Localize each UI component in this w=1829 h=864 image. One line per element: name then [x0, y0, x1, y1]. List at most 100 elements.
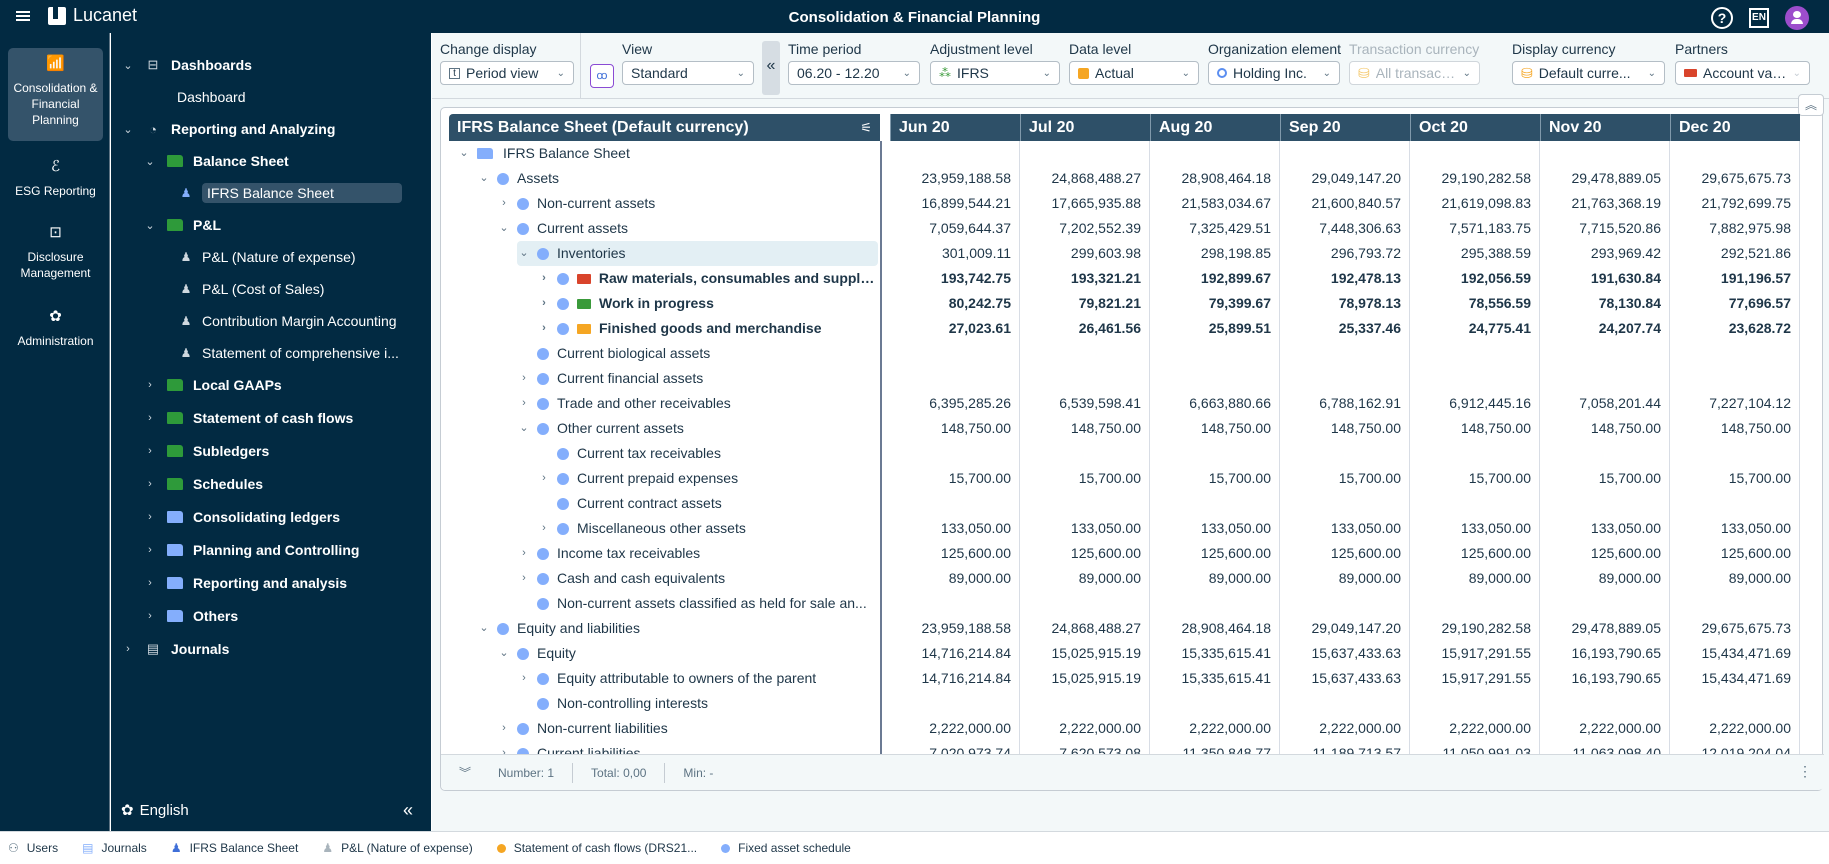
value-cell[interactable]: 2,222,000.00 — [1150, 716, 1280, 741]
value-cell[interactable] — [1280, 491, 1410, 516]
value-cell[interactable]: 14,716,214.84 — [890, 641, 1020, 666]
value-cell[interactable]: 193,321.21 — [1020, 266, 1150, 291]
value-cell[interactable]: 133,050.00 — [890, 516, 1020, 541]
value-cell[interactable]: 148,750.00 — [1280, 416, 1410, 441]
nav-item[interactable]: ♟ Contribution Margin Accounting — [166, 308, 397, 334]
value-cell[interactable]: 7,227,104.12 — [1670, 391, 1800, 416]
value-cell[interactable]: 7,058,201.44 — [1540, 391, 1670, 416]
value-cell[interactable]: 24,207.74 — [1540, 316, 1670, 341]
value-cell[interactable]: 125,600.00 — [1540, 541, 1670, 566]
time-period-select[interactable]: 06.20 - 12.20 ⌄ — [788, 61, 920, 85]
value-cell[interactable] — [890, 341, 1020, 366]
value-cell[interactable]: 7,325,429.51 — [1150, 216, 1280, 241]
nav-item[interactable]: › Local GAAPs — [143, 372, 282, 398]
chevron-down-icon[interactable]: ⌄ — [121, 59, 135, 72]
value-cell[interactable]: 29,478,889.05 — [1540, 166, 1670, 191]
row-label[interactable]: Current biological assets — [517, 341, 878, 366]
chevron-right-icon[interactable]: › — [143, 412, 157, 424]
value-cell[interactable] — [1150, 441, 1280, 466]
value-cell[interactable]: 23,628.72 — [1670, 316, 1800, 341]
value-cell[interactable]: 78,130.84 — [1540, 291, 1670, 316]
value-cell[interactable] — [1670, 441, 1800, 466]
chevron-right-icon[interactable]: › — [121, 643, 135, 655]
value-cell[interactable]: 15,700.00 — [1280, 466, 1410, 491]
row-label[interactable]: Non-current assets classified as held fo… — [517, 591, 878, 616]
value-cell[interactable] — [1670, 141, 1800, 166]
help-icon[interactable]: ? — [1711, 7, 1733, 29]
chevron-right-icon[interactable]: › — [497, 191, 511, 216]
value-cell[interactable]: 193,742.75 — [890, 266, 1020, 291]
value-cell[interactable] — [1150, 341, 1280, 366]
chevron-right-icon[interactable]: › — [537, 316, 551, 341]
user-avatar[interactable] — [1785, 6, 1809, 30]
column-header[interactable]: Dec 20 — [1670, 114, 1800, 141]
chevron-down-icon[interactable]: ⌄ — [497, 216, 511, 241]
value-cell[interactable]: 6,788,162.91 — [1280, 391, 1410, 416]
value-cell[interactable]: 301,009.11 — [890, 241, 1020, 266]
value-cell[interactable]: 2,222,000.00 — [1540, 716, 1670, 741]
value-cell[interactable]: 125,600.00 — [1280, 541, 1410, 566]
value-cell[interactable]: 24,868,488.27 — [1020, 166, 1150, 191]
value-cell[interactable] — [890, 491, 1020, 516]
row-label[interactable]: › Work in progress — [537, 291, 878, 316]
value-cell[interactable]: 89,000.00 — [1150, 566, 1280, 591]
language-icon[interactable]: EN — [1749, 8, 1769, 28]
value-cell[interactable]: 191,630.84 — [1540, 266, 1670, 291]
value-cell[interactable]: 6,912,445.16 — [1410, 391, 1540, 416]
row-label[interactable]: › Miscellaneous other assets — [537, 516, 878, 541]
chevron-down-icon[interactable]: ⌄ — [457, 141, 471, 166]
value-cell[interactable] — [1410, 341, 1540, 366]
chevron-right-icon[interactable]: › — [517, 391, 531, 416]
value-cell[interactable] — [1020, 441, 1150, 466]
value-cell[interactable] — [1150, 141, 1280, 166]
value-cell[interactable]: 298,198.85 — [1150, 241, 1280, 266]
value-cell[interactable] — [1020, 591, 1150, 616]
value-cell[interactable]: 148,750.00 — [1150, 416, 1280, 441]
value-cell[interactable]: 23,959,188.58 — [890, 166, 1020, 191]
rail-item-consolidation[interactable]: 📶 Consolidation & Financial Planning — [8, 48, 103, 141]
value-cell[interactable] — [1410, 141, 1540, 166]
value-cell[interactable] — [1280, 441, 1410, 466]
value-cell[interactable]: 292,521.86 — [1670, 241, 1800, 266]
chevron-right-icon[interactable]: › — [143, 610, 157, 622]
value-cell[interactable]: 16,193,790.65 — [1540, 641, 1670, 666]
value-cell[interactable] — [1540, 591, 1670, 616]
value-cell[interactable]: 28,908,464.18 — [1150, 616, 1280, 641]
value-cell[interactable] — [890, 141, 1020, 166]
chevron-right-icon[interactable]: › — [143, 511, 157, 523]
value-cell[interactable] — [1670, 366, 1800, 391]
value-cell[interactable]: 17,665,935.88 — [1020, 191, 1150, 216]
value-cell[interactable] — [1670, 691, 1800, 716]
value-cell[interactable]: 78,978.13 — [1280, 291, 1410, 316]
value-cell[interactable]: 29,478,889.05 — [1540, 616, 1670, 641]
value-cell[interactable]: 15,700.00 — [1670, 466, 1800, 491]
value-cell[interactable]: 15,434,471.69 — [1670, 666, 1800, 691]
value-cell[interactable]: 2,222,000.00 — [1020, 716, 1150, 741]
value-cell[interactable] — [1150, 591, 1280, 616]
nav-item[interactable]: Dashboard — [143, 84, 246, 110]
column-header[interactable]: Sep 20 — [1280, 114, 1410, 141]
value-cell[interactable]: 15,434,471.69 — [1670, 641, 1800, 666]
value-cell[interactable]: 7,202,552.39 — [1020, 216, 1150, 241]
row-label[interactable]: Current contract assets — [537, 491, 878, 516]
value-cell[interactable]: 125,600.00 — [1150, 541, 1280, 566]
value-cell[interactable] — [1020, 691, 1150, 716]
row-label[interactable]: Current tax receivables — [537, 441, 878, 466]
open-tab-item[interactable]: ♟ IFRS Balance Sheet — [171, 841, 299, 855]
value-cell[interactable] — [1410, 441, 1540, 466]
row-label[interactable]: › Cash and cash equivalents — [517, 566, 878, 591]
value-cell[interactable]: 7,882,975.98 — [1670, 216, 1800, 241]
value-cell[interactable]: 192,056.59 — [1410, 266, 1540, 291]
row-label[interactable]: › Non-current assets — [497, 191, 878, 216]
chevron-right-icon[interactable]: › — [497, 716, 511, 741]
nav-item[interactable]: › ▤ Journals — [121, 636, 229, 662]
display-currency-select[interactable]: ⛁ Default curre... ⌄ — [1512, 61, 1665, 85]
rail-item-administration[interactable]: ✿ Administration — [8, 301, 103, 361]
value-cell[interactable]: 133,050.00 — [1540, 516, 1670, 541]
value-cell[interactable]: 2,222,000.00 — [890, 716, 1020, 741]
value-cell[interactable]: 125,600.00 — [1020, 541, 1150, 566]
value-cell[interactable]: 28,908,464.18 — [1150, 166, 1280, 191]
value-cell[interactable]: 192,478.13 — [1280, 266, 1410, 291]
chevron-right-icon[interactable]: › — [537, 516, 551, 541]
adjustment-level-select[interactable]: ⁂ IFRS ⌄ — [930, 61, 1060, 85]
